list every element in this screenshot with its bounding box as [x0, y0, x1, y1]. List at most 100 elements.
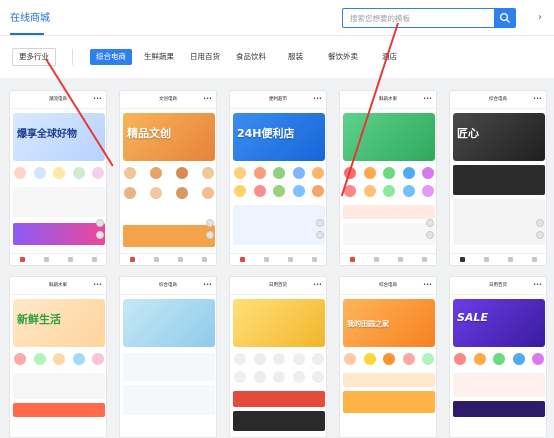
template-title: 综合电商: [379, 283, 397, 288]
more-icon: •••: [313, 96, 322, 102]
promo-strip: [13, 403, 105, 417]
template-card[interactable]: 潮流电商 ••• 爆享全球好物: [9, 90, 107, 266]
coupon-strip: [343, 373, 435, 387]
product-row: [123, 385, 215, 415]
template-title: 鲜蔬水果: [49, 283, 67, 288]
product-row: [233, 205, 325, 245]
qr-icon[interactable]: [426, 231, 434, 239]
phone-header: 鲜蔬水果 •••: [340, 91, 436, 109]
filter-bar: 更多行业 综合电商 生鲜蔬果 日用百货 食品饮料 服装 餐饮外卖 酒店: [0, 36, 554, 78]
phone-header: 潮流电商 •••: [10, 91, 106, 109]
more-icon: •••: [203, 96, 212, 102]
phone-header: 日用百货 •••: [230, 277, 326, 295]
category-tab[interactable]: 生鲜蔬果: [144, 49, 174, 65]
category-tab[interactable]: 日用百货: [190, 49, 220, 65]
phone-header: 日用百货 •••: [450, 277, 546, 295]
template-banner: 精品文创: [123, 113, 215, 161]
banner-text: 我的田园之家: [347, 320, 389, 328]
icon-row: [344, 167, 434, 183]
promo-strip: [233, 391, 325, 407]
template-card[interactable]: 日用百货 ••• SALE: [449, 276, 547, 438]
template-card[interactable]: 鲜蔬水果 ••• 新鲜生活: [9, 276, 107, 438]
banner-text: 24H便利店: [237, 127, 295, 140]
template-card[interactable]: 文创电商 ••• 精品文创: [119, 90, 217, 266]
product-row: [233, 411, 325, 431]
more-icon: •••: [423, 282, 432, 288]
qr-icon[interactable]: [206, 231, 214, 239]
category-tab[interactable]: 餐饮外卖: [328, 49, 358, 65]
icon-row: [124, 187, 214, 203]
qr-icon[interactable]: [96, 231, 104, 239]
phone-tabbar: [230, 253, 326, 265]
template-title: 鲜蔬水果: [379, 97, 397, 102]
template-banner: 我的田园之家: [343, 299, 435, 347]
phone-header: 便利超市 •••: [230, 91, 326, 109]
zoom-icon[interactable]: [206, 219, 214, 227]
zoom-icon[interactable]: [536, 219, 544, 227]
banner-text: 匠心: [457, 127, 479, 140]
banner-text: 新鲜生活: [17, 313, 61, 326]
template-card[interactable]: 鲜蔬水果 •••: [339, 90, 437, 266]
icon-row: [14, 167, 104, 183]
icon-row: [234, 185, 324, 201]
page-title[interactable]: 在线商城: [10, 9, 50, 24]
phone-tabbar: [10, 253, 106, 265]
banner-text: 爆享全球好物: [17, 129, 77, 140]
promo-strip: [13, 223, 105, 245]
template-banner: 匠心: [453, 113, 545, 161]
template-card[interactable]: 综合电商 ••• 匠心: [449, 90, 547, 266]
icon-row: [234, 167, 324, 183]
phone-header: 综合电商 •••: [340, 277, 436, 295]
phone-tabbar: [120, 253, 216, 265]
template-grid: 潮流电商 ••• 爆享全球好物 文创电商 ••• 精品文创 便利超市 ••• 2…: [0, 78, 554, 438]
icon-row: [124, 167, 214, 183]
product-row: [343, 223, 435, 245]
category-tab[interactable]: 服装: [288, 49, 303, 65]
product-row: [123, 353, 215, 381]
icon-row: [454, 353, 544, 369]
promo-strip: [343, 391, 435, 413]
chevron-right-icon[interactable]: ›: [538, 12, 542, 23]
promo-strip: [123, 225, 215, 247]
template-banner: SALE: [453, 299, 545, 347]
more-icon: •••: [423, 96, 432, 102]
template-banner: [233, 299, 325, 347]
icon-row: [234, 371, 324, 387]
product-row: [453, 373, 545, 397]
template-card[interactable]: 综合电商 •••: [119, 276, 217, 438]
icon-row: [344, 353, 434, 369]
phone-header: 鲜蔬水果 •••: [10, 277, 106, 295]
category-tab[interactable]: 食品饮料: [236, 49, 266, 65]
banner-text: 精品文创: [127, 127, 171, 140]
qr-icon[interactable]: [316, 231, 324, 239]
icon-row: [344, 185, 434, 201]
more-icon: •••: [533, 282, 542, 288]
more-icon: •••: [203, 282, 212, 288]
search-icon: [499, 12, 511, 24]
zoom-icon[interactable]: [426, 219, 434, 227]
phone-header: 综合电商 •••: [450, 91, 546, 109]
template-banner: [123, 299, 215, 347]
zoom-icon[interactable]: [316, 219, 324, 227]
phone-header: 综合电商 •••: [120, 277, 216, 295]
category-grid: [453, 165, 545, 195]
product-row: [453, 199, 545, 245]
more-icon: •••: [93, 96, 102, 102]
template-title: 日用百货: [489, 283, 507, 288]
template-banner: 新鲜生活: [13, 299, 105, 347]
template-card[interactable]: 综合电商 ••• 我的田园之家: [339, 276, 437, 438]
template-card[interactable]: 便利超市 ••• 24H便利店: [229, 90, 327, 266]
category-tab[interactable]: 综合电商: [90, 49, 132, 65]
phone-tabbar: [450, 253, 546, 265]
more-icon: •••: [93, 282, 102, 288]
search-input[interactable]: 搜索您想要的模板: [342, 8, 494, 28]
template-banner: [343, 113, 435, 161]
search-placeholder: 搜索您想要的模板: [350, 14, 410, 23]
zoom-icon[interactable]: [96, 219, 104, 227]
template-card[interactable]: 日用百货 •••: [229, 276, 327, 438]
icon-row: [14, 353, 104, 369]
qr-icon[interactable]: [536, 231, 544, 239]
template-title: 文创电商: [159, 97, 177, 102]
promo-strip: [453, 401, 545, 417]
search-button[interactable]: [494, 8, 516, 28]
